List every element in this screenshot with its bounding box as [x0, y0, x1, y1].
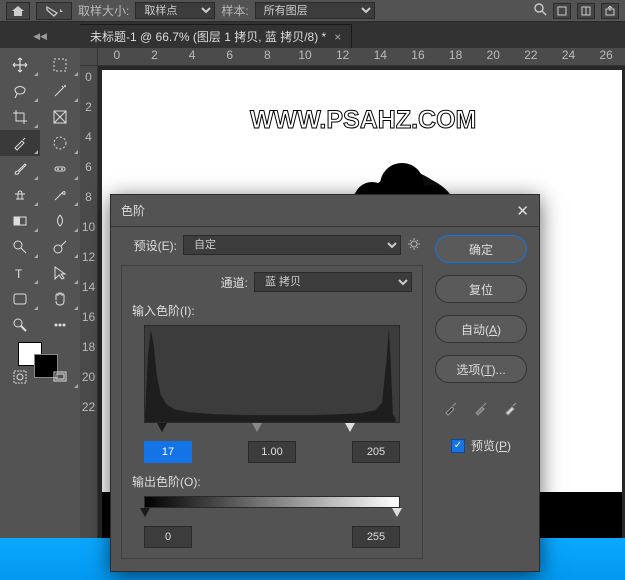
- output-white-field[interactable]: [352, 526, 400, 548]
- dialog-titlebar[interactable]: 色阶 ✕: [111, 195, 539, 227]
- tool-preset-dropdown[interactable]: [36, 2, 72, 20]
- ruler-corner: [80, 48, 98, 66]
- svg-text:T: T: [15, 267, 23, 281]
- input-white-field[interactable]: [352, 441, 400, 463]
- preview-label: 预览(P): [471, 437, 511, 454]
- move-tool[interactable]: [0, 52, 40, 78]
- white-eyedropper-icon[interactable]: [502, 399, 520, 417]
- options-button[interactable]: 选项(T)...: [435, 355, 527, 383]
- levels-dialog: 色阶 ✕ 预设(E): 自定 通道: 蓝 拷贝 输入色阶(I):: [110, 194, 540, 572]
- output-gradient: [144, 496, 400, 508]
- dialog-title: 色阶: [121, 202, 145, 219]
- ruler-horizontal: 02468101214161820222426: [98, 48, 625, 66]
- sample-dropdown[interactable]: 所有图层: [255, 2, 375, 19]
- preset-dropdown[interactable]: 自定: [183, 235, 401, 255]
- blur-tool[interactable]: [40, 208, 80, 234]
- preset-label: 预设(E):: [121, 237, 177, 254]
- quick-mask-tool[interactable]: [0, 364, 40, 390]
- sample-size-label: 取样大小:: [78, 2, 129, 19]
- gamma-handle[interactable]: [252, 423, 262, 432]
- eyedropper-group: [442, 399, 520, 417]
- zoom-tool-alt[interactable]: [0, 234, 40, 260]
- eyedropper-tool[interactable]: [0, 130, 40, 156]
- ok-button[interactable]: 确定: [435, 235, 527, 263]
- edit-toolbar[interactable]: [40, 312, 80, 338]
- preview-checkbox[interactable]: ✓: [451, 439, 465, 453]
- dodge-tool[interactable]: [40, 234, 80, 260]
- search-icon[interactable]: [533, 2, 547, 19]
- watermark-text: WWW.PSAHZ.COM: [250, 106, 476, 135]
- lasso-tool[interactable]: [0, 78, 40, 104]
- output-black-handle[interactable]: [140, 508, 150, 517]
- healing-tool[interactable]: [40, 156, 80, 182]
- reset-button[interactable]: 复位: [435, 275, 527, 303]
- clone-stamp-tool[interactable]: [0, 182, 40, 208]
- home-button[interactable]: [6, 2, 30, 20]
- black-point-handle[interactable]: [157, 423, 167, 432]
- input-gamma-field[interactable]: [248, 441, 296, 463]
- zoom-tool[interactable]: [0, 312, 40, 338]
- options-bar: 取样大小: 取样点 样本: 所有图层: [0, 0, 625, 22]
- tools-panel: T: [0, 48, 80, 558]
- close-tab-icon[interactable]: ×: [334, 30, 341, 44]
- document-tab[interactable]: 未标题-1 @ 66.7% (图层 1 拷贝, 蓝 拷贝/8) * ×: [80, 24, 352, 48]
- white-point-handle[interactable]: [345, 423, 355, 432]
- share-icon[interactable]: [601, 3, 619, 19]
- document-tabs: ◀◀ 未标题-1 @ 66.7% (图层 1 拷贝, 蓝 拷贝/8) * ×: [0, 24, 625, 48]
- screen-mode-tool[interactable]: [40, 364, 80, 390]
- channel-dropdown[interactable]: 蓝 拷贝: [254, 272, 412, 292]
- close-icon[interactable]: ✕: [516, 202, 529, 220]
- history-brush-tool[interactable]: [40, 182, 80, 208]
- document-tab-title: 未标题-1 @ 66.7% (图层 1 拷贝, 蓝 拷贝/8) *: [90, 28, 326, 45]
- selection-edit-tool[interactable]: [40, 130, 80, 156]
- gradient-tool[interactable]: [0, 208, 40, 234]
- sample-label: 样本:: [221, 2, 248, 19]
- output-black-field[interactable]: [144, 526, 192, 548]
- workspace-picker-2[interactable]: [577, 3, 595, 19]
- ruler-vertical: 0246810121416182022: [80, 66, 98, 558]
- auto-button[interactable]: 自动(A): [435, 315, 527, 343]
- magic-wand-tool[interactable]: [40, 78, 80, 104]
- workspace-picker-1[interactable]: [553, 3, 571, 19]
- brush-tool[interactable]: [0, 156, 40, 182]
- type-tool[interactable]: T: [0, 260, 40, 286]
- shape-tool[interactable]: [0, 286, 40, 312]
- gray-eyedropper-icon[interactable]: [472, 399, 490, 417]
- crop-tool[interactable]: [0, 104, 40, 130]
- input-black-field[interactable]: [144, 441, 192, 463]
- output-levels-label: 输出色阶(O):: [132, 473, 412, 490]
- output-slider[interactable]: [144, 508, 400, 522]
- gear-icon[interactable]: [407, 237, 423, 253]
- marquee-tool[interactable]: [40, 52, 80, 78]
- histogram: [144, 325, 400, 423]
- tools-collapse[interactable]: ◀◀: [0, 24, 80, 48]
- channel-label: 通道:: [221, 274, 248, 291]
- input-levels-label: 输入色阶(I):: [132, 302, 412, 319]
- sample-size-dropdown[interactable]: 取样点: [135, 2, 215, 19]
- frame-tool[interactable]: [40, 104, 80, 130]
- output-white-handle[interactable]: [392, 508, 402, 517]
- hand-tool[interactable]: [40, 286, 80, 312]
- black-eyedropper-icon[interactable]: [442, 399, 460, 417]
- input-slider[interactable]: [144, 423, 400, 437]
- path-select-tool[interactable]: [40, 260, 80, 286]
